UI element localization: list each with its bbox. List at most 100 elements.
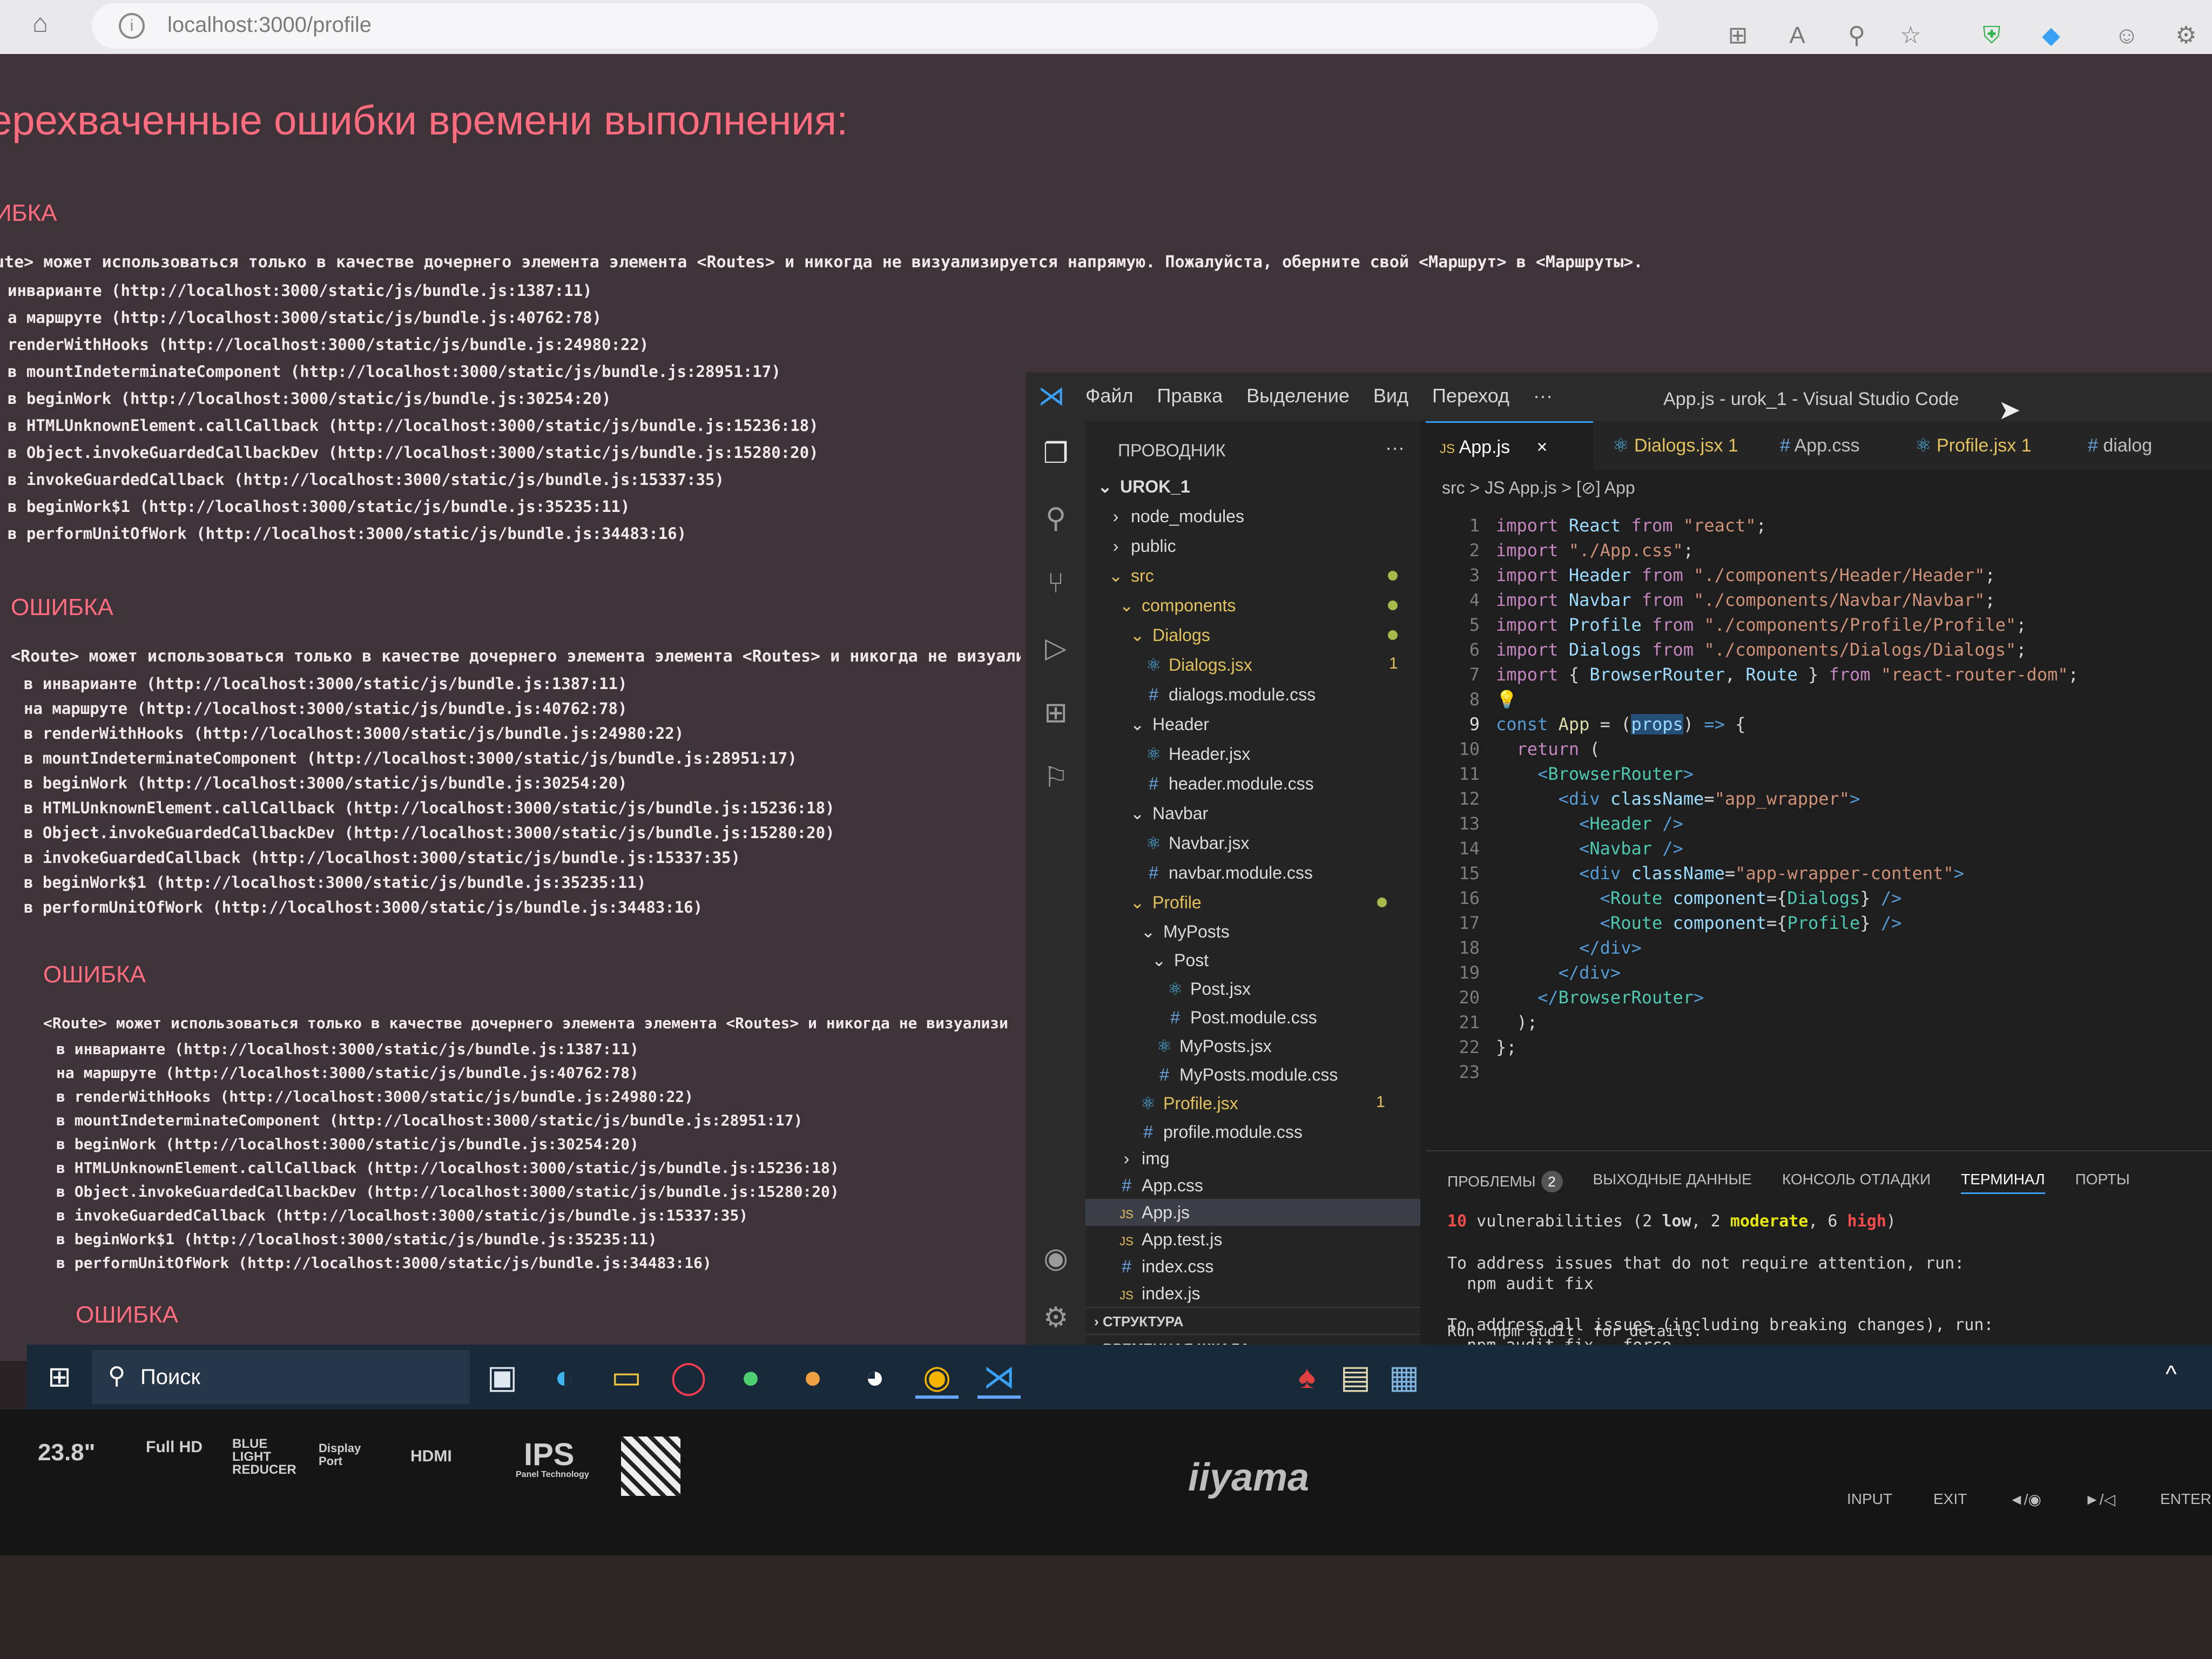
tree-file[interactable]: JS App.test.js	[1116, 1226, 1222, 1253]
run-debug-icon[interactable]: ▷	[1040, 632, 1072, 664]
code-line[interactable]: 4 import Navbar from "./components/Navbar…	[1426, 588, 1995, 612]
close-icon[interactable]: ×	[1537, 437, 1548, 457]
settings-gear-icon[interactable]: ⚙	[1040, 1301, 1072, 1334]
remote-icon[interactable]: ⚐	[1040, 761, 1072, 794]
taskbar-search[interactable]: ⚲ Поиск	[92, 1350, 470, 1404]
code-line[interactable]: 11 <BrowserRouter>	[1426, 761, 1694, 786]
url-text[interactable]: localhost:3000/profile	[167, 13, 372, 37]
tree-file[interactable]: # navbar.module.css	[1143, 859, 1313, 886]
outline-section[interactable]: › СТРУКТУРА	[1085, 1307, 1420, 1334]
extensions-icon[interactable]: ⊞	[1040, 697, 1072, 729]
code-line[interactable]: 17 <Route component={Profile} />	[1426, 911, 1901, 935]
tree-folder[interactable]: ⌄ Post	[1148, 947, 1209, 974]
tree-file[interactable]: ⚛ Post.jsx	[1164, 975, 1251, 1002]
explorer-icon[interactable]: ❐	[1040, 437, 1072, 470]
menu-file[interactable]: Файл	[1085, 385, 1134, 407]
opera-icon[interactable]: ◯	[667, 1355, 710, 1399]
code-line[interactable]: 1 import React from "react";	[1426, 513, 1766, 538]
code-line[interactable]: 18 </div>	[1426, 935, 1641, 960]
read-aloud-icon[interactable]: A	[1782, 21, 1812, 51]
tray-app-icon[interactable]: ▤	[1334, 1355, 1377, 1399]
code-line[interactable]: 14 <Navbar />	[1426, 836, 1683, 861]
app-icon[interactable]: ●	[729, 1355, 772, 1399]
address-bar[interactable]: i localhost:3000/profile	[92, 3, 1658, 49]
tree-file-selected[interactable]: JS App.js	[1116, 1199, 1190, 1226]
tray-app-icon[interactable]: ▦	[1382, 1355, 1426, 1399]
tree-file[interactable]: # dialogs.module.css	[1143, 681, 1316, 708]
tree-root[interactable]: ⌄ UROK_1	[1094, 473, 1190, 500]
windows-start-icon[interactable]: ⊞	[43, 1361, 76, 1393]
tree-folder[interactable]: ⌄ MyPosts	[1137, 918, 1230, 945]
tab-dialog-css[interactable]: # dialog	[2074, 421, 2166, 470]
store-icon[interactable]: ▣	[481, 1355, 524, 1399]
tray-expand-icon[interactable]: ^	[2166, 1361, 2177, 1388]
menu-selection[interactable]: Выделение	[1246, 385, 1350, 407]
code-line[interactable]: 3 import Header from "./components/Header…	[1426, 563, 1995, 588]
tree-file[interactable]: ⚛ MyPosts.jsx	[1154, 1033, 1272, 1060]
code-line[interactable]: 22};	[1426, 1035, 1516, 1060]
vscode-icon[interactable]: ⋊	[977, 1355, 1021, 1399]
code-line[interactable]: 19 </div>	[1426, 960, 1621, 985]
github-icon[interactable]: ◕	[853, 1355, 896, 1399]
tree-file[interactable]: ⚛ Header.jsx	[1143, 740, 1251, 767]
code-line[interactable]: 23	[1426, 1060, 1496, 1084]
tree-file[interactable]: # App.css	[1116, 1172, 1203, 1199]
tree-file[interactable]: # header.module.css	[1143, 770, 1314, 797]
search-icon[interactable]: ⚲	[1040, 502, 1072, 535]
tree-folder[interactable]: ⌄ Dialogs	[1127, 622, 1210, 649]
edge-icon[interactable]: ◐	[543, 1355, 586, 1399]
tree-file[interactable]: ⚛ Dialogs.jsx	[1143, 651, 1252, 678]
home-icon[interactable]: ⌂	[32, 8, 65, 40]
zoom-icon[interactable]: ⚲	[1842, 21, 1872, 51]
tree-folder[interactable]: ⌄ Navbar	[1127, 800, 1209, 827]
profile-icon[interactable]: ☺	[2112, 21, 2142, 51]
shield-icon[interactable]: ⛨	[1977, 21, 2007, 51]
code-line[interactable]: 13 <Header />	[1426, 811, 1683, 836]
tab-profile-jsx[interactable]: ⚛ Profile.jsx 1	[1901, 421, 2046, 470]
tab-app-js[interactable]: JS App.js ×	[1426, 421, 1593, 470]
apps-icon[interactable]: ⊞	[1723, 21, 1753, 51]
tree-folder[interactable]: ⌄ components	[1116, 592, 1236, 619]
tab-terminal[interactable]: ТЕРМИНАЛ	[1961, 1171, 2045, 1194]
settings-icon[interactable]: ⚙	[2171, 21, 2201, 51]
code-line[interactable]: 21 );	[1426, 1010, 1537, 1035]
info-icon[interactable]: i	[119, 13, 145, 39]
more-actions-button[interactable]: ···	[1385, 436, 1405, 459]
code-line[interactable]: 7 import { BrowserRouter, Route } from "r…	[1426, 662, 2079, 687]
source-control-icon[interactable]: ⑂	[1040, 567, 1072, 599]
tree-folder[interactable]: ⌄ Profile	[1127, 889, 1202, 916]
tab-output[interactable]: ВЫХОДНЫЕ ДАННЫЕ	[1593, 1171, 1752, 1194]
tree-folder[interactable]: › node_modules	[1105, 503, 1244, 530]
code-line[interactable]: 20 </BrowserRouter>	[1426, 985, 1704, 1010]
account-icon[interactable]: ◉	[1040, 1242, 1072, 1274]
chrome-icon[interactable]: ◉	[915, 1355, 959, 1399]
tree-folder[interactable]: › public	[1105, 532, 1176, 559]
menu-more[interactable]: ···	[1533, 385, 1553, 407]
code-line[interactable]: 5 import Profile from "./components/Profi…	[1426, 612, 2027, 637]
favorite-icon[interactable]: ☆	[1896, 21, 1926, 51]
menu-edit[interactable]: Правка	[1157, 385, 1223, 407]
tree-file[interactable]: # Post.module.css	[1164, 1004, 1317, 1031]
tab-debug-console[interactable]: КОНСОЛЬ ОТЛАДКИ	[1782, 1171, 1931, 1194]
app2-icon[interactable]: ●	[791, 1355, 834, 1399]
folder-icon[interactable]: ▭	[605, 1355, 648, 1399]
code-line[interactable]: 16 <Route component={Dialogs} />	[1426, 886, 1901, 911]
code-line[interactable]: 6 import Dialogs from "./components/Dialo…	[1426, 637, 2027, 662]
code-line[interactable]: 12 <div className="app_wrapper">	[1426, 786, 1860, 811]
tab-problems[interactable]: ПРОБЛЕМЫ 2	[1447, 1171, 1563, 1194]
tree-file[interactable]: # MyPosts.module.css	[1154, 1061, 1338, 1088]
code-line[interactable]: 9 const App = (props) => {	[1426, 712, 1745, 737]
code-line[interactable]: 2 import "./App.css";	[1426, 538, 1694, 563]
menu-view[interactable]: Вид	[1373, 385, 1408, 407]
extension-icon[interactable]: ◆	[2036, 21, 2066, 51]
code-line[interactable]: 10 return (	[1426, 737, 1600, 761]
menu-go[interactable]: Переход	[1432, 385, 1509, 407]
code-line[interactable]: 15 <div className="app-wrapper-content">	[1426, 861, 1964, 886]
tree-file[interactable]: ⚛ Navbar.jsx	[1143, 830, 1250, 857]
breadcrumb[interactable]: src > JS App.js > [⊘] App	[1442, 477, 1635, 498]
tree-file[interactable]: # profile.module.css	[1137, 1118, 1303, 1145]
code-line[interactable]: 8 💡	[1426, 687, 1518, 712]
tree-folder[interactable]: › img	[1116, 1145, 1170, 1172]
tree-file[interactable]: ⚛ Profile.jsx	[1137, 1090, 1238, 1117]
tab-app-css[interactable]: # App.css	[1766, 421, 1873, 470]
